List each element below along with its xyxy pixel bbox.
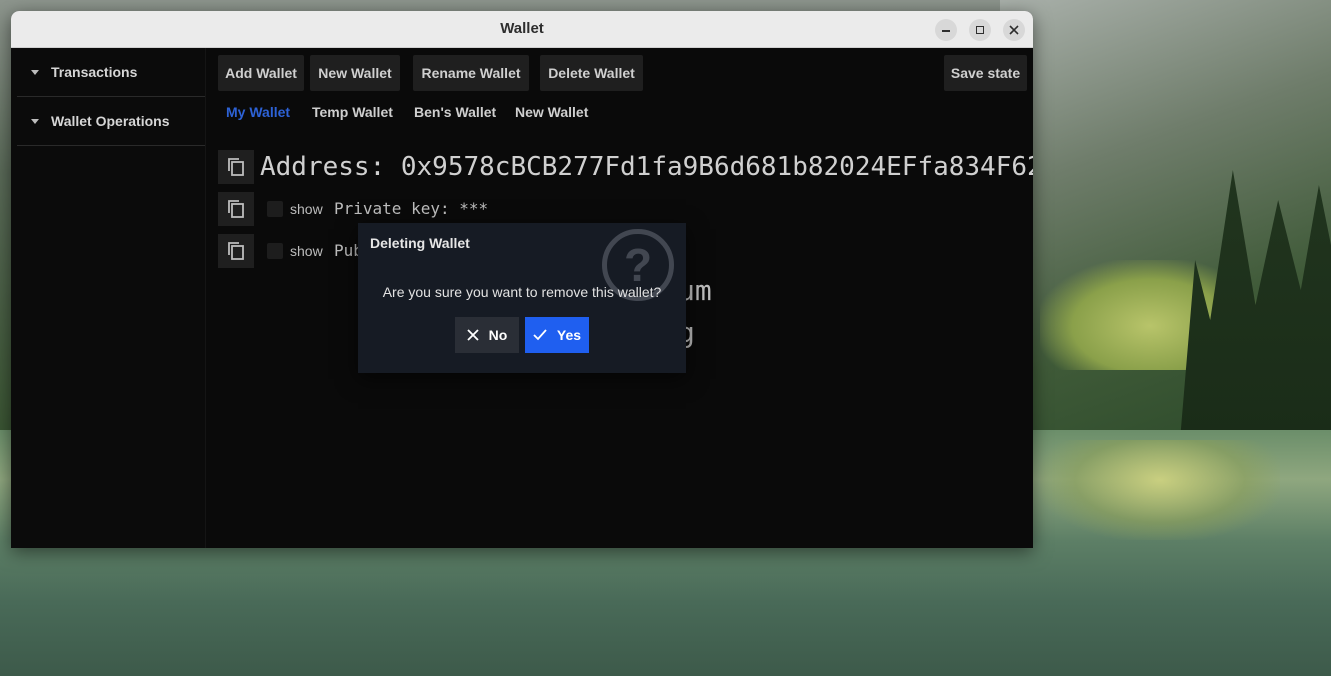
maximize-button[interactable]	[969, 19, 991, 41]
add-wallet-button[interactable]: Add Wallet	[218, 55, 304, 91]
window-title: Wallet	[500, 20, 544, 37]
rename-wallet-button[interactable]: Rename Wallet	[413, 55, 529, 91]
tab-new-wallet[interactable]: New Wallet	[515, 104, 588, 120]
tab-temp-wallet[interactable]: Temp Wallet	[312, 104, 393, 120]
wallet-address: Address: 0x9578cBCB277Fd1fa9B6d681b82024…	[260, 152, 1033, 182]
titlebar[interactable]: Wallet	[11, 11, 1033, 48]
copy-icon	[228, 200, 244, 218]
maximize-icon	[976, 26, 984, 34]
toolbar: Add Wallet New Wallet Rename Wallet Dele…	[218, 55, 1033, 91]
yes-button[interactable]: Yes	[525, 317, 589, 353]
no-button[interactable]: No	[455, 317, 519, 353]
copy-icon	[228, 242, 244, 260]
sidebar-item-label: Transactions	[51, 64, 138, 80]
copy-icon	[228, 158, 244, 176]
minimize-icon	[942, 30, 950, 32]
check-icon	[533, 329, 547, 341]
sidebar-item-transactions[interactable]: Transactions	[17, 48, 205, 97]
delete-wallet-dialog: ? Deleting Wallet Are you sure you want …	[358, 223, 686, 373]
dialog-title: Deleting Wallet	[370, 235, 470, 251]
private-key-text: Private key: ***	[334, 199, 489, 218]
close-icon	[467, 329, 479, 341]
sidebar: Transactions Wallet Operations	[11, 48, 206, 548]
no-button-label: No	[488, 327, 508, 343]
tab-bens-wallet[interactable]: Ben's Wallet	[414, 104, 496, 120]
caret-down-icon	[31, 118, 39, 124]
show-public-key-checkbox[interactable]	[267, 243, 283, 259]
sidebar-item-wallet-operations[interactable]: Wallet Operations	[17, 97, 205, 146]
new-wallet-button[interactable]: New Wallet	[310, 55, 400, 91]
caret-down-icon	[31, 69, 39, 75]
yes-button-label: Yes	[556, 327, 582, 343]
save-state-button[interactable]: Save state	[944, 55, 1027, 91]
close-button[interactable]	[1003, 19, 1025, 41]
sidebar-item-label: Wallet Operations	[51, 113, 170, 129]
address-row: Address: 0x9578cBCB277Fd1fa9B6d681b82024…	[218, 150, 1033, 184]
close-icon	[1009, 25, 1019, 35]
delete-wallet-button[interactable]: Delete Wallet	[540, 55, 643, 91]
private-key-row: show Private key: ***	[218, 192, 618, 226]
copy-public-key-button[interactable]	[218, 234, 254, 268]
show-public-key-label: show	[290, 243, 323, 259]
copy-address-button[interactable]	[218, 150, 254, 184]
tab-my-wallet[interactable]: My Wallet	[226, 104, 290, 120]
dialog-message: Are you sure you want to remove this wal…	[382, 284, 662, 300]
minimize-button[interactable]	[935, 19, 957, 41]
copy-private-key-button[interactable]	[218, 192, 254, 226]
show-private-key-label: show	[290, 201, 323, 217]
show-private-key-checkbox[interactable]	[267, 201, 283, 217]
